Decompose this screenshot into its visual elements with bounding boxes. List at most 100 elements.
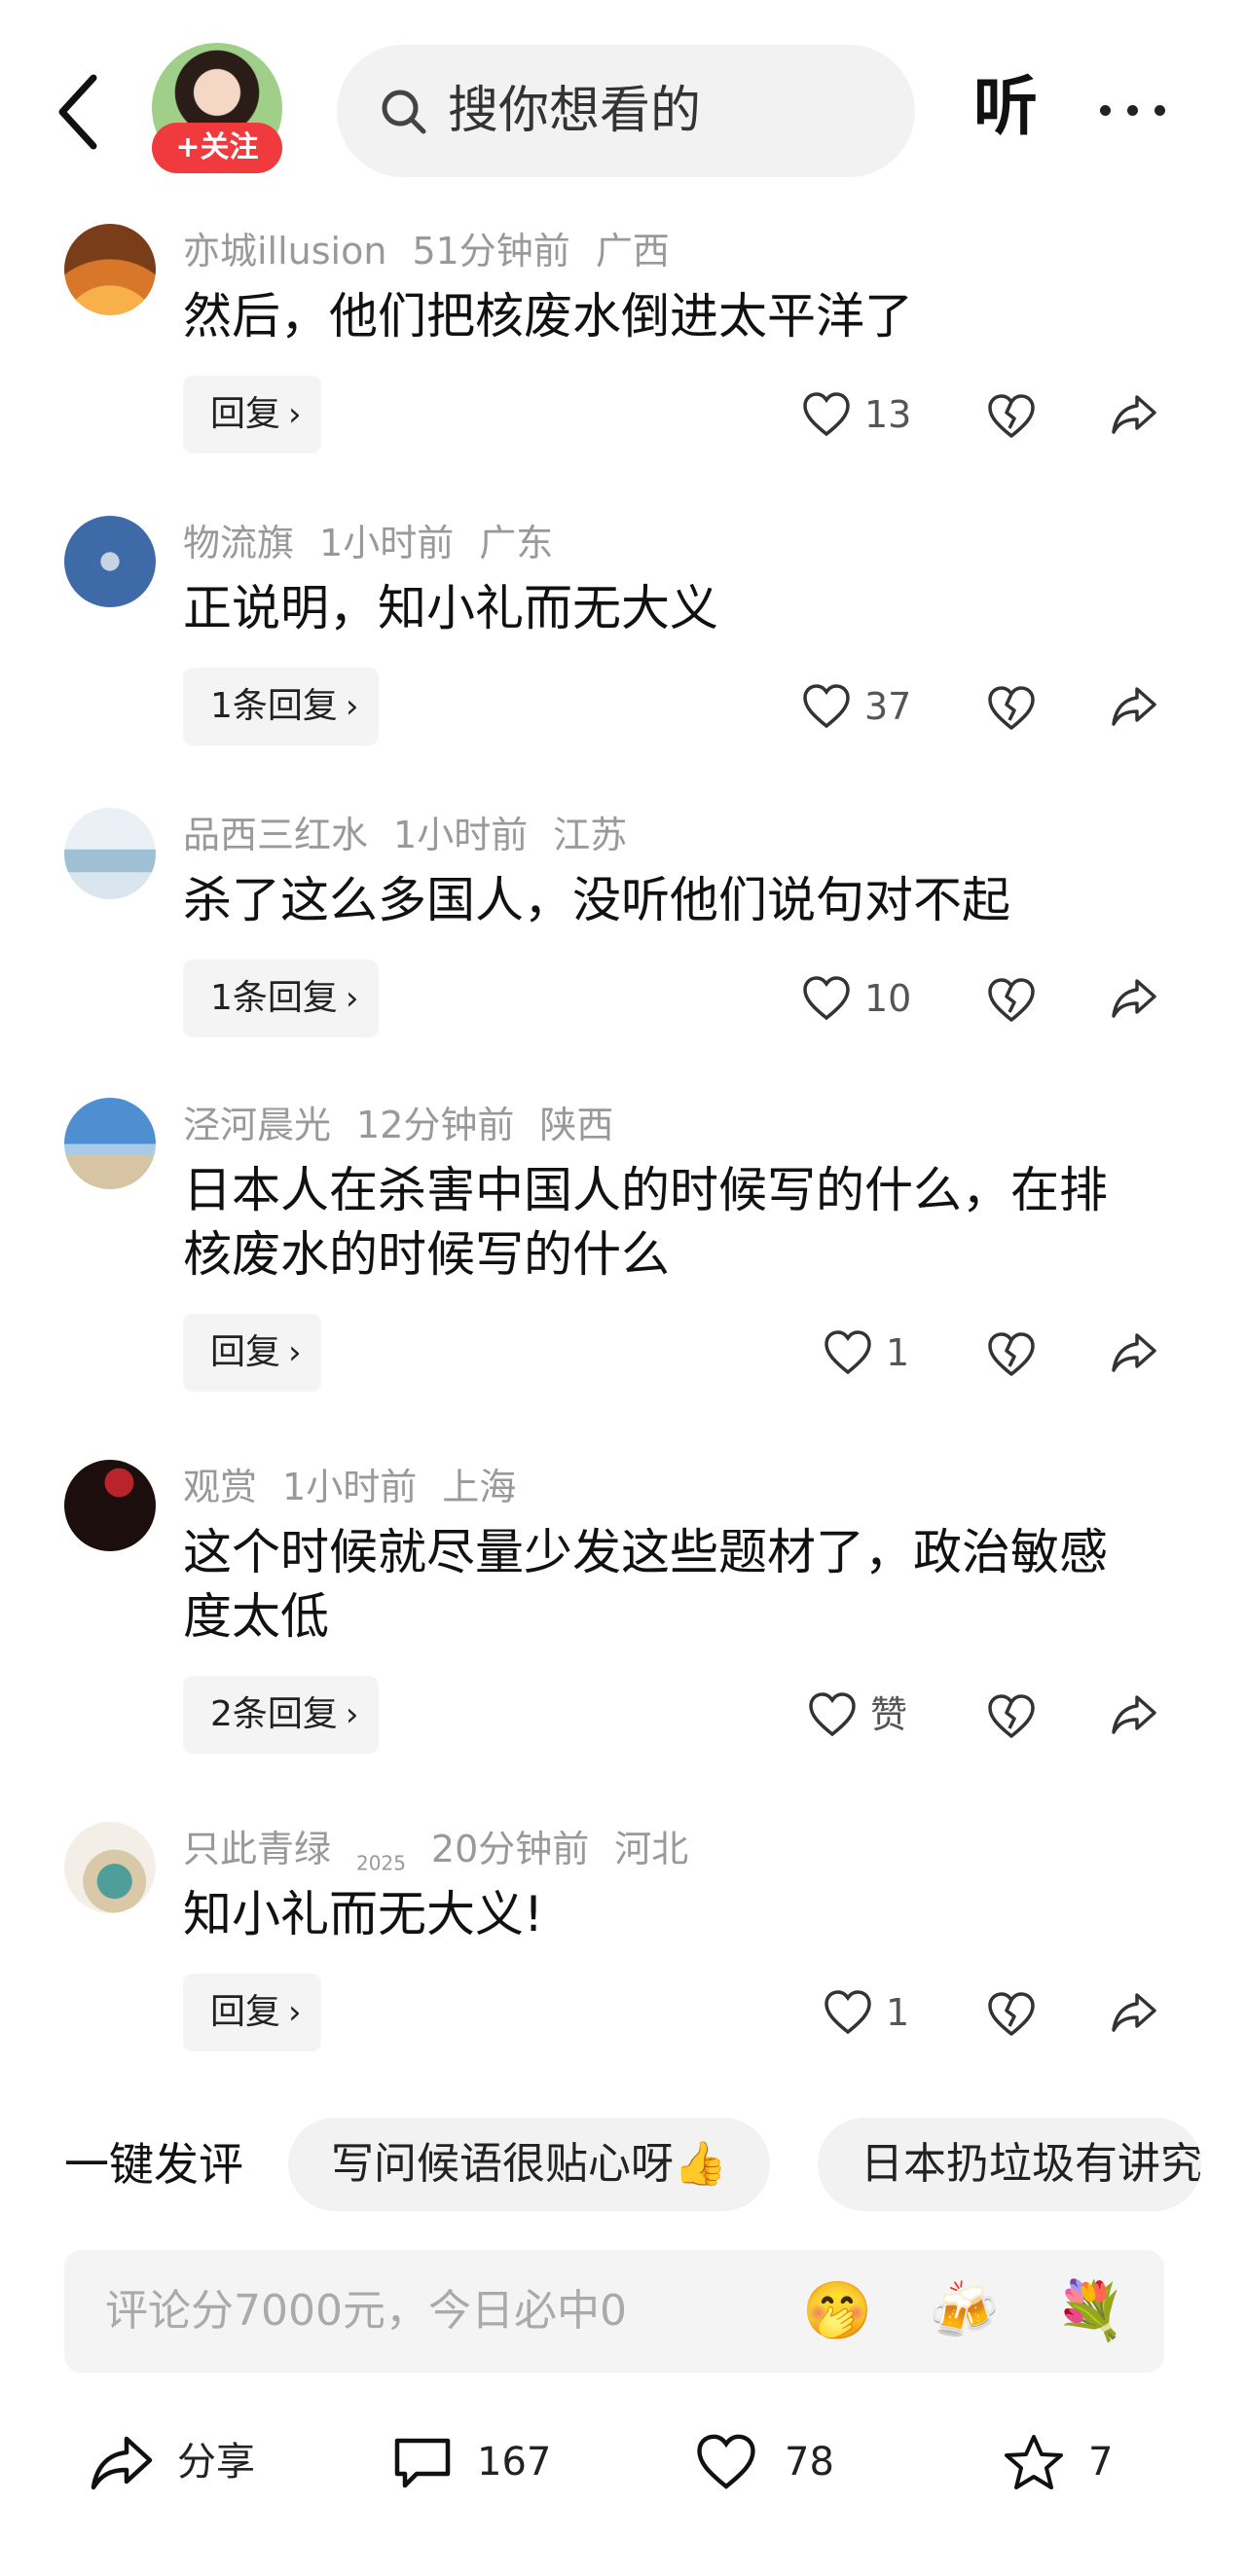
like-button[interactable]: 37 bbox=[802, 668, 938, 745]
like-count: 1 bbox=[886, 1991, 910, 2034]
share-comment-button[interactable] bbox=[1104, 376, 1162, 454]
like-count: 10 bbox=[864, 977, 912, 1020]
like-button[interactable]: 13 bbox=[802, 376, 938, 454]
username[interactable]: 品西三红水 bbox=[183, 814, 368, 856]
share-comment-button[interactable] bbox=[1104, 1676, 1162, 1754]
reply-label: 1条回复 bbox=[210, 686, 338, 726]
heart-icon bbox=[803, 392, 850, 437]
top-bar: +关注 搜你想看的 听 bbox=[0, 0, 1246, 214]
dislike-button[interactable] bbox=[981, 1314, 1040, 1392]
comment-text: 这个时候就尽量少发这些题材了，政治敏感度太低 bbox=[183, 1524, 1108, 1645]
heart-icon bbox=[697, 2434, 755, 2489]
comments-count: 167 bbox=[477, 2440, 552, 2485]
quick-comment-label: 一键发评 bbox=[64, 2138, 243, 2191]
reply-label: 回复 bbox=[210, 394, 281, 434]
comment-region: 上海 bbox=[442, 1466, 517, 1508]
user-avatar[interactable] bbox=[64, 1822, 156, 1913]
dislike-button[interactable] bbox=[981, 376, 1040, 454]
share-comment-button[interactable] bbox=[1104, 960, 1162, 1037]
quick-comment-chip[interactable]: 日本扔垃圾有讲究 bbox=[818, 2118, 1201, 2211]
emoji-beer-icon[interactable]: 🍻 bbox=[929, 2273, 1003, 2347]
broken-heart-icon bbox=[988, 394, 1035, 438]
reply-button[interactable]: 1条回复 › bbox=[183, 668, 379, 745]
comment-time: 1小时前 bbox=[282, 1466, 418, 1508]
search-input[interactable]: 搜你想看的 bbox=[337, 45, 915, 177]
follow-button[interactable]: +关注 bbox=[152, 123, 282, 173]
share-comment-button[interactable] bbox=[1104, 1314, 1162, 1392]
heart-icon bbox=[803, 976, 850, 1021]
quick-comment-chip[interactable]: 写问候语很贴心呀👍 bbox=[288, 2118, 770, 2211]
comment-time: 20分钟前 bbox=[430, 1828, 590, 1870]
likes-count: 78 bbox=[785, 2440, 834, 2485]
like-button[interactable]: 1 bbox=[824, 1314, 960, 1392]
username[interactable]: 亦城illusion bbox=[183, 230, 386, 272]
broken-heart-icon bbox=[988, 1992, 1035, 2036]
comment-placeholder: 评论分7000元，今日必中0 bbox=[105, 2286, 627, 2336]
favorite-button[interactable]: 7 bbox=[1003, 2413, 1149, 2511]
share-label: 分享 bbox=[177, 2440, 255, 2485]
emoji-flower-icon[interactable]: 💐 bbox=[1055, 2273, 1129, 2347]
chevron-right-icon: › bbox=[288, 1333, 302, 1372]
share-arrow-icon bbox=[1112, 687, 1156, 726]
reply-button[interactable]: 回复 › bbox=[183, 1314, 321, 1392]
comment-time: 1小时前 bbox=[319, 522, 455, 564]
share-icon bbox=[91, 2436, 153, 2490]
comment-region: 广东 bbox=[479, 522, 554, 564]
dislike-button[interactable] bbox=[981, 960, 1040, 1037]
search-icon bbox=[382, 90, 426, 134]
dislike-button[interactable] bbox=[981, 668, 1040, 745]
reply-button[interactable]: 1条回复 › bbox=[183, 960, 379, 1037]
like-count: 13 bbox=[864, 393, 912, 436]
comment-region: 陕西 bbox=[539, 1104, 614, 1146]
like-post-button[interactable]: 78 bbox=[695, 2413, 870, 2511]
share-arrow-icon bbox=[1112, 1695, 1156, 1734]
user-avatar[interactable] bbox=[64, 1098, 156, 1189]
dislike-button[interactable] bbox=[981, 1676, 1040, 1754]
username[interactable]: 物流旗 bbox=[183, 522, 294, 564]
comment-region: 广西 bbox=[595, 230, 670, 272]
comment-bubble-icon bbox=[394, 2438, 451, 2488]
emoji-shy-icon[interactable]: 🤭 bbox=[802, 2273, 876, 2347]
share-arrow-icon bbox=[1112, 1333, 1156, 1372]
chevron-right-icon: › bbox=[345, 979, 359, 1018]
listen-button[interactable]: 听 bbox=[973, 58, 1038, 156]
comment-region: 江苏 bbox=[553, 814, 628, 856]
like-button[interactable]: 10 bbox=[802, 960, 938, 1037]
like-button[interactable]: 赞 bbox=[808, 1676, 944, 1754]
share-comment-button[interactable] bbox=[1104, 1974, 1162, 2051]
comment-meta: 亦城illusion 51分钟前 广西 bbox=[183, 224, 695, 278]
heart-icon bbox=[803, 684, 850, 729]
user-avatar[interactable] bbox=[64, 516, 156, 607]
comment-meta: 品西三红水 1小时前 江苏 bbox=[183, 808, 652, 862]
reply-button[interactable]: 回复 › bbox=[183, 1974, 321, 2051]
share-arrow-icon bbox=[1112, 1993, 1156, 2032]
reply-button[interactable]: 2条回复 › bbox=[183, 1676, 379, 1754]
comments-button[interactable]: 167 bbox=[391, 2413, 586, 2511]
reply-label: 回复 bbox=[210, 1332, 281, 1372]
reply-button[interactable]: 回复 › bbox=[183, 376, 321, 454]
username-suffix: 2025 bbox=[356, 1851, 406, 1875]
broken-heart-icon bbox=[988, 1332, 1035, 1376]
chevron-right-icon: › bbox=[345, 687, 359, 726]
broken-heart-icon bbox=[988, 978, 1035, 1022]
username[interactable]: 泾河晨光 bbox=[183, 1104, 331, 1146]
back-button[interactable] bbox=[51, 68, 109, 156]
user-avatar[interactable] bbox=[64, 1460, 156, 1551]
share-button[interactable]: 分享 bbox=[90, 2413, 284, 2511]
share-comment-button[interactable] bbox=[1104, 668, 1162, 745]
user-avatar[interactable] bbox=[64, 224, 156, 315]
more-options-icon[interactable] bbox=[1100, 88, 1168, 127]
comment-region: 河北 bbox=[614, 1828, 689, 1870]
username[interactable]: 只此青绿 2025 bbox=[183, 1828, 406, 1875]
username[interactable]: 观赏 bbox=[183, 1466, 257, 1508]
like-count: 赞 bbox=[870, 1693, 908, 1736]
search-placeholder: 搜你想看的 bbox=[448, 82, 702, 140]
like-count: 37 bbox=[864, 685, 912, 728]
like-button[interactable]: 1 bbox=[824, 1974, 960, 2051]
comment-text: 日本人在杀害中国人的时候写的什么，在排核废水的时候写的什么 bbox=[183, 1162, 1108, 1283]
comment-input[interactable]: 评论分7000元，今日必中0 🤭 🍻 💐 bbox=[64, 2250, 1164, 2373]
user-avatar[interactable] bbox=[64, 808, 156, 899]
broken-heart-icon bbox=[988, 686, 1035, 730]
dislike-button[interactable] bbox=[981, 1974, 1040, 2051]
broken-heart-icon bbox=[988, 1694, 1035, 1738]
